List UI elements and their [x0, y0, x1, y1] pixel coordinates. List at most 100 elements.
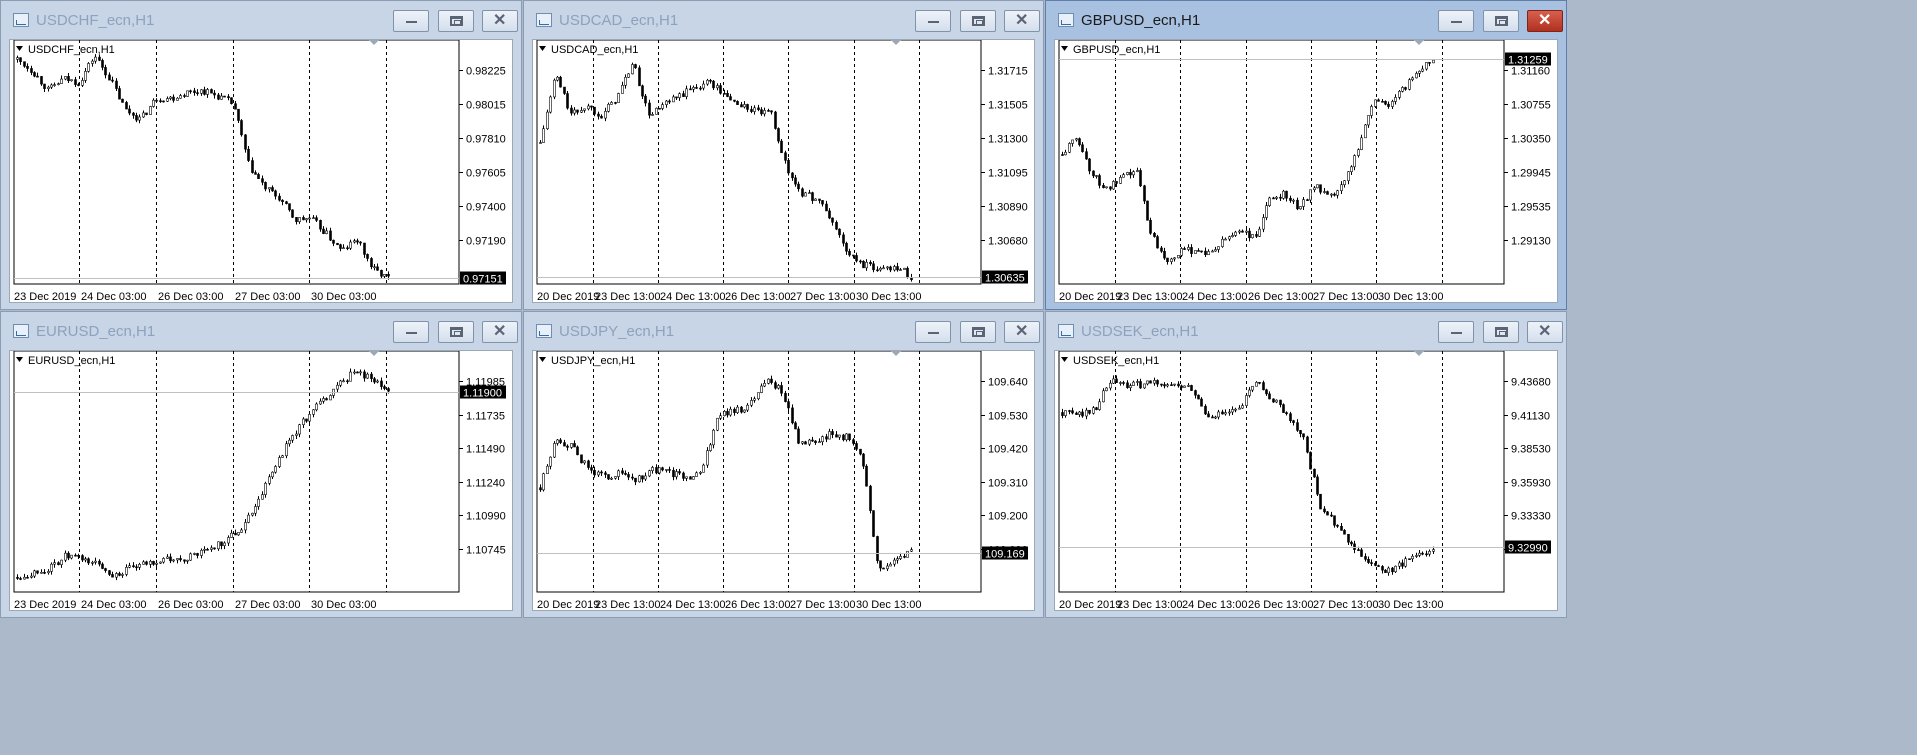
candle-body: [804, 441, 807, 445]
chart-shift-marker-icon[interactable]: [891, 40, 901, 45]
close-button[interactable]: ✕: [482, 10, 518, 32]
candle-body: [26, 65, 29, 69]
chart-area[interactable]: 20 Dec 2019 23 Dec 13:00 24 Dec 13:00 26 De…: [532, 350, 1035, 611]
candle-body: [811, 439, 814, 442]
close-button[interactable]: ✕: [1004, 321, 1040, 343]
current-price-value: 1.31259: [1508, 55, 1548, 67]
chart-area[interactable]: 20 Dec 2019 23 Dec 13:00 24 Dec 13:00 26 De…: [532, 39, 1035, 303]
minimize-button[interactable]: [1438, 321, 1474, 343]
candle-body: [30, 575, 33, 578]
chart-window-gbpusd[interactable]: GBPUSD_ecn,H1 ✕ 20 Dec 2019 23 Dec 13:00 24 …: [1045, 0, 1567, 310]
maximize-button[interactable]: [960, 10, 996, 32]
chart-shift-marker-icon[interactable]: [1414, 351, 1424, 356]
maximize-button[interactable]: [438, 321, 474, 343]
maximize-button[interactable]: [438, 10, 474, 32]
candle-body: [179, 558, 182, 561]
time-axis-label: 27 Dec 03:00: [235, 599, 300, 611]
chart-shift-marker-icon[interactable]: [369, 351, 379, 356]
chart-window-usdcad[interactable]: USDCAD_ecn,H1 ✕ 20 Dec 2019 23 Dec 13:00 24 …: [523, 0, 1044, 310]
candle-body: [1146, 200, 1149, 221]
chart-menu-triangle-icon[interactable]: [1061, 357, 1068, 362]
price-chart[interactable]: 23 Dec 2019 24 Dec 03:00 26 Dec 03:00 27 De…: [10, 40, 516, 306]
price-axis-label: 1.11490: [466, 444, 505, 456]
price-chart[interactable]: 23 Dec 2019 24 Dec 03:00 26 Dec 03:00 27 De…: [10, 351, 516, 614]
candle-body: [1207, 413, 1210, 418]
candle-body: [1139, 381, 1142, 389]
close-button[interactable]: ✕: [1527, 10, 1563, 32]
candle-body: [675, 471, 678, 478]
chart-shift-marker-icon[interactable]: [891, 351, 901, 356]
candle-body: [1268, 197, 1271, 206]
chart-menu-triangle-icon[interactable]: [16, 46, 23, 51]
minimize-button[interactable]: [393, 321, 429, 343]
chart-window-eurusd[interactable]: EURUSD_ecn,H1 ✕ 23 Dec 2019 24 Dec 03:00 26 …: [0, 311, 522, 618]
maximize-button[interactable]: [1483, 10, 1519, 32]
candle-body: [1061, 412, 1064, 416]
current-price-value: 1.30635: [985, 273, 1025, 285]
candle-body: [67, 552, 70, 559]
chart-menu-triangle-icon[interactable]: [1061, 46, 1068, 51]
candle-body: [906, 267, 909, 278]
window-title: USDSEK_ecn,H1: [1081, 323, 1199, 340]
close-button[interactable]: ✕: [482, 321, 518, 343]
candle-body: [1316, 476, 1319, 495]
price-axis-label: 1.29130: [1511, 236, 1551, 248]
candle-body: [1421, 552, 1424, 555]
candle-body: [196, 553, 199, 556]
minimize-button[interactable]: [393, 10, 429, 32]
candle-body: [223, 542, 226, 547]
maximize-button[interactable]: [960, 321, 996, 343]
chart-area[interactable]: 20 Dec 2019 23 Dec 13:00 24 Dec 13:00 26 De…: [1054, 39, 1558, 303]
candle-body: [767, 110, 770, 112]
candle-body: [580, 110, 583, 113]
chart-menu-triangle-icon[interactable]: [16, 357, 23, 362]
title-bar[interactable]: EURUSD_ecn,H1 ✕: [1, 312, 521, 350]
title-bar[interactable]: USDCHF_ecn,H1 ✕: [1, 1, 521, 39]
chart-area[interactable]: 23 Dec 2019 24 Dec 03:00 26 Dec 03:00 27 De…: [9, 39, 513, 303]
close-button[interactable]: ✕: [1004, 10, 1040, 32]
title-bar[interactable]: USDCAD_ecn,H1 ✕: [524, 1, 1043, 39]
minimize-button[interactable]: [915, 321, 951, 343]
window-title: EURUSD_ecn,H1: [36, 323, 156, 340]
price-chart[interactable]: 20 Dec 201923 Dec 13:00 24 Dec 13:00 26 De…: [533, 40, 1038, 306]
chart-window-usdjpy[interactable]: USDJPY_ecn,H1 ✕ 20 Dec 2019 23 Dec 13:00 24 …: [523, 311, 1044, 618]
candle-body: [1200, 398, 1203, 407]
candle-body: [733, 408, 736, 413]
chart-shift-marker-icon[interactable]: [1414, 40, 1424, 45]
chart-shift-marker-icon[interactable]: [369, 40, 379, 45]
candle-body: [726, 411, 729, 416]
minimize-button[interactable]: [1438, 10, 1474, 32]
candle-body: [1102, 390, 1105, 403]
time-axis-label: 30 Dec 13:00: [856, 599, 921, 611]
chart-menu-triangle-icon[interactable]: [539, 46, 546, 51]
chart-area[interactable]: 23 Dec 2019 24 Dec 03:00 26 Dec 03:00 27 De…: [9, 350, 513, 611]
candle-body: [261, 494, 264, 500]
maximize-button[interactable]: [1483, 321, 1519, 343]
chart-window-usdsek[interactable]: USDSEK_ecn,H1 ✕ 20 Dec 2019 23 Dec 13:00 24 …: [1045, 311, 1567, 618]
candle-body: [583, 460, 586, 464]
chart-menu-triangle-icon[interactable]: [539, 357, 546, 362]
close-button[interactable]: ✕: [1527, 321, 1563, 343]
title-bar[interactable]: USDSEK_ecn,H1 ✕: [1046, 312, 1566, 350]
price-axis-label: 0.98015: [466, 100, 506, 112]
candle-body: [542, 473, 545, 491]
candle-body: [719, 85, 722, 94]
candle-body: [125, 567, 128, 575]
candle-body: [831, 217, 834, 223]
candle-body: [1092, 407, 1095, 414]
title-bar[interactable]: USDJPY_ecn,H1 ✕: [524, 312, 1043, 350]
candle-body: [370, 258, 373, 268]
candle-body: [366, 373, 369, 379]
candle-body: [733, 99, 736, 102]
candle-body: [251, 512, 254, 516]
candle-body: [332, 239, 335, 244]
price-chart[interactable]: 20 Dec 201923 Dec 13:00 24 Dec 13:00 26 De…: [1055, 351, 1561, 614]
minimize-button[interactable]: [915, 10, 951, 32]
chart-window-usdchf[interactable]: USDCHF_ecn,H1 ✕ 23 Dec 2019 24 Dec 03:00 26 …: [0, 0, 522, 310]
title-bar[interactable]: GBPUSD_ecn,H1 ✕: [1046, 1, 1566, 39]
price-chart[interactable]: 20 Dec 201923 Dec 13:00 24 Dec 13:00 26 De…: [533, 351, 1038, 614]
chart-area[interactable]: 20 Dec 2019 23 Dec 13:00 24 Dec 13:00 26 De…: [1054, 350, 1558, 611]
candle-body: [658, 467, 661, 474]
candle-body: [910, 549, 913, 552]
price-chart[interactable]: 20 Dec 201923 Dec 13:00 24 Dec 13:00 26 De…: [1055, 40, 1561, 306]
